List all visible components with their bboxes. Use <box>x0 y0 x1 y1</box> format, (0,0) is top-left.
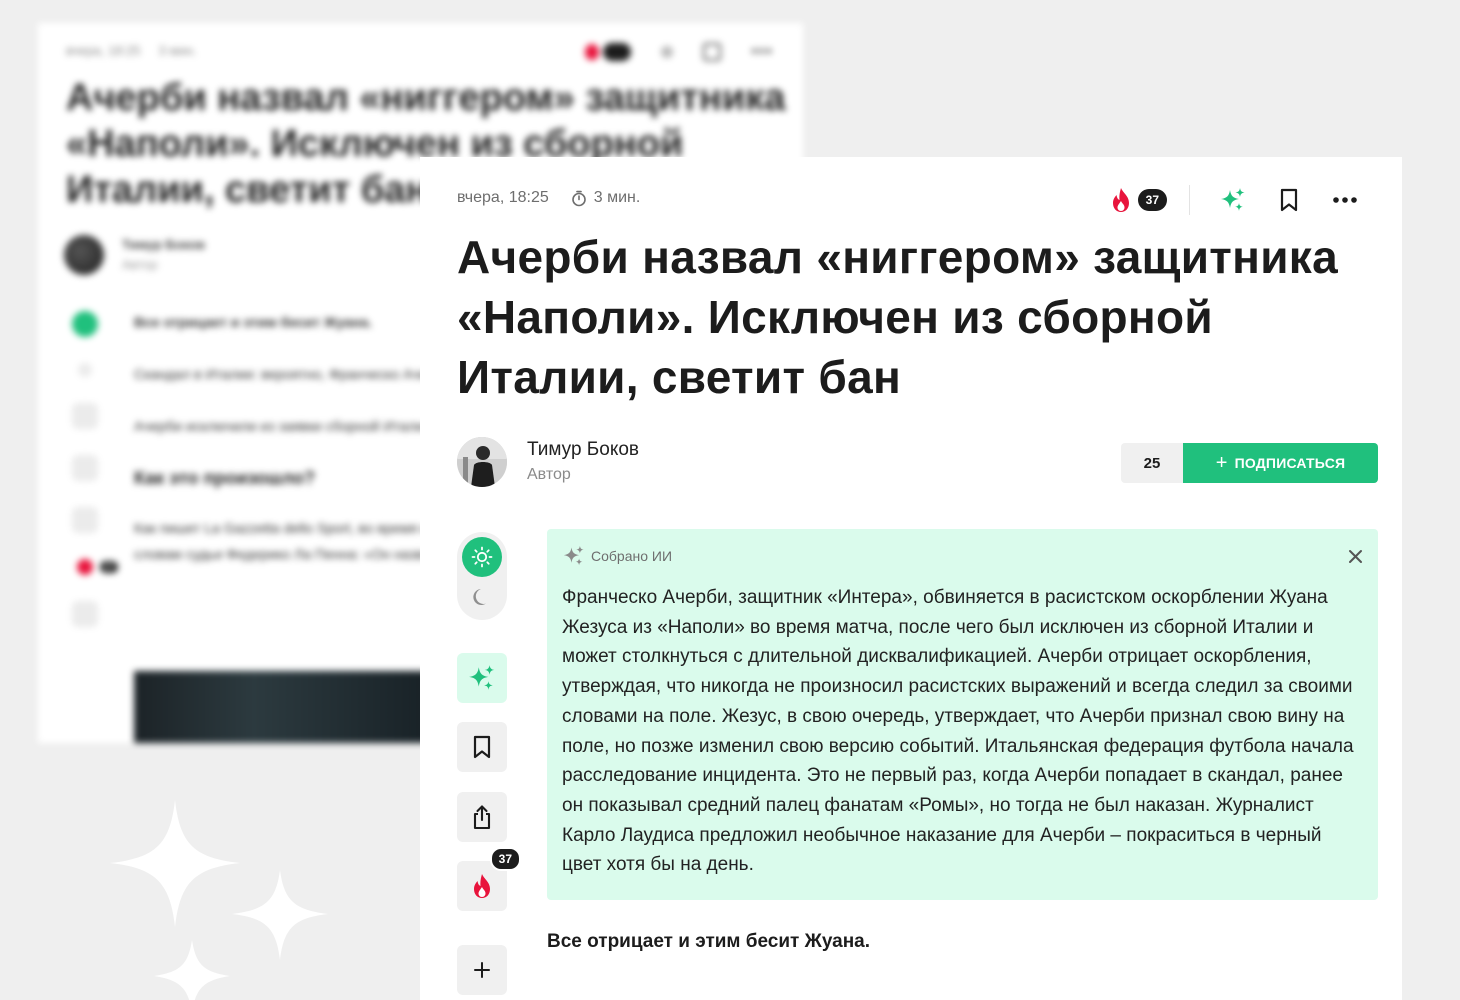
ai-summary-text: Франческо Ачерби, защитник «Интера», обв… <box>562 587 1354 876</box>
bg-fire-icon <box>77 559 93 575</box>
article-card: вчера, 18:25 3 мин. 37 Ачерби назвал «ни… <box>420 157 1402 1000</box>
article-actions: 37 <box>1110 181 1358 219</box>
moon-icon <box>473 589 486 605</box>
timer-icon <box>571 190 586 206</box>
ai-sparkle-icon <box>563 545 584 566</box>
fire-icon <box>1112 188 1129 212</box>
more-button[interactable] <box>1332 187 1358 213</box>
reactions-count: 37 <box>1137 189 1167 211</box>
ai-sparkle-icon <box>469 665 495 690</box>
plus-icon <box>474 962 490 978</box>
bg-fire-count-pill <box>603 42 632 61</box>
bg-ai-sparkle-icon <box>72 403 98 429</box>
article-lead-paragraph: Все отрицает и этим бесит Жуана. <box>547 931 871 952</box>
decorative-sparkles-icon <box>110 800 328 1000</box>
ai-summary-close-button[interactable] <box>1346 547 1364 565</box>
publish-date: вчера, 18:25 <box>457 189 549 206</box>
subscribers-count: 25 <box>1121 443 1183 483</box>
sun-icon <box>471 546 493 568</box>
rail-ai-summary-button[interactable] <box>457 653 507 703</box>
theme-toggle[interactable] <box>457 532 507 620</box>
ai-summary-header: Собрано ИИ <box>563 545 672 567</box>
actions-divider <box>1189 185 1190 215</box>
close-icon <box>1348 549 1362 563</box>
article-meta: вчера, 18:25 3 мин. <box>457 189 640 207</box>
bg-bookmark-icon <box>72 455 98 481</box>
rail-reactions-button[interactable]: 37 <box>457 847 521 911</box>
light-theme-button[interactable] <box>462 537 502 577</box>
rail-share-button[interactable] <box>457 792 507 842</box>
bg-more-icon: ••• <box>751 41 773 61</box>
subscribe-group: 25 + ПОДПИСАТЬСЯ <box>1121 443 1378 483</box>
ai-summary-button[interactable] <box>1220 187 1246 213</box>
bg-meta-date: вчера, 18:25 <box>66 43 141 58</box>
rail-bookmark-button[interactable] <box>457 722 507 772</box>
bg-meta-read: 3 мин. <box>158 43 197 58</box>
avatar[interactable] <box>457 437 507 487</box>
article-side-rail: 37 <box>457 532 521 995</box>
author-name[interactable]: Тимур Боков <box>527 437 639 463</box>
bg-ai-sparkle-icon <box>661 45 674 58</box>
bg-sun-icon <box>72 311 98 337</box>
author-role: Автор <box>527 466 571 483</box>
bookmark-icon <box>1280 188 1298 212</box>
bg-author-name: Тимур Боков <box>122 237 206 252</box>
ai-summary-label: Собрано ИИ <box>591 548 673 564</box>
fire-icon <box>474 874 490 898</box>
bg-plus-icon <box>72 601 98 627</box>
bg-article-photo <box>134 671 434 743</box>
subscribe-label: ПОДПИСАТЬСЯ <box>1234 455 1346 471</box>
read-time-label: 3 мин. <box>593 189 641 206</box>
plus-icon: + <box>1215 452 1228 474</box>
bg-author-role: Автор <box>122 257 158 272</box>
bg-moon-icon <box>78 363 92 377</box>
bg-paragraph: Все отрицает и этим бесит Жуана. <box>134 314 373 330</box>
read-time: 3 мин. <box>571 189 641 207</box>
more-icon <box>1333 197 1357 203</box>
bookmark-button[interactable] <box>1276 187 1302 213</box>
share-icon <box>473 805 491 830</box>
bg-meta: вчера, 18:25 3 мин. <box>66 43 196 58</box>
ai-summary-box: Собрано ИИ Франческо Ачерби, защитник «И… <box>547 529 1378 900</box>
bg-fire-icon <box>585 43 600 60</box>
ai-sparkle-icon <box>1221 188 1245 211</box>
bg-bookmark-icon <box>703 42 722 61</box>
article-title: Ачерби назвал «ниггером» защитника «Напо… <box>457 231 1338 403</box>
bookmark-icon <box>473 735 491 759</box>
author-block[interactable]: Тимур Боков Автор <box>457 437 639 487</box>
bg-share-icon <box>72 507 98 533</box>
bg-author: Тимур Боков Автор <box>64 235 205 275</box>
rail-reactions-count: 37 <box>489 847 521 871</box>
bg-avatar <box>64 235 104 275</box>
bg-rail <box>68 311 102 653</box>
subscribe-button[interactable]: + ПОДПИСАТЬСЯ <box>1183 443 1378 483</box>
bg-actions: ••• <box>585 41 773 62</box>
bg-fire-count: 37 <box>100 561 119 573</box>
author-photo <box>457 437 507 487</box>
reactions-button[interactable]: 37 <box>1110 187 1167 213</box>
rail-add-reaction-button[interactable] <box>457 945 507 995</box>
dark-theme-button[interactable] <box>469 584 495 610</box>
